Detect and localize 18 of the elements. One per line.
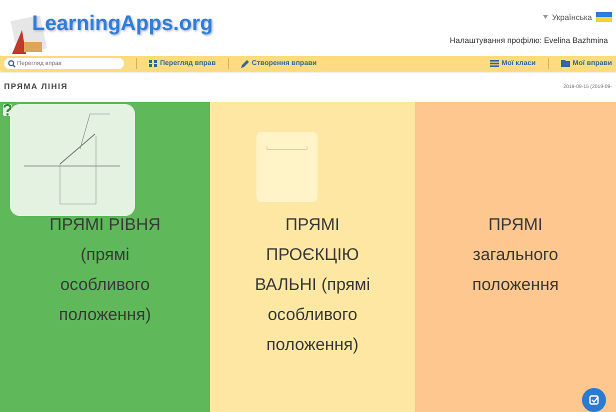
checkbox-edit-icon [589, 395, 599, 405]
category-label: ПРЯМІ РІВНЯ (прямі особливого положення) [48, 214, 162, 326]
flag-icon [596, 12, 612, 22]
site-logo[interactable]: LearningApps.org [32, 12, 213, 36]
search-icon [8, 60, 16, 68]
help-icon[interactable] [3, 104, 12, 116]
folder-icon [560, 60, 570, 67]
caret-icon [542, 15, 548, 19]
category-column[interactable]: ПРЯМІ ПРОЄКЦІЮ ВАЛЬНІ (прямі особливого положення) [210, 102, 415, 412]
category-label: ПРЯМІ ПРОЄКЦІЮ ВАЛЬНІ (прямі особливого положення) [254, 214, 372, 356]
category-column[interactable]: ПРЯМІ загального положення [415, 102, 616, 412]
page-title: ПРЯМА ЛІНІЯ [4, 82, 68, 91]
language-selector[interactable]: Українська [552, 12, 592, 22]
category-label: ПРЯМІ загального положення [471, 214, 560, 296]
pencil-icon [240, 60, 249, 68]
grid-icon [149, 60, 157, 67]
list-icon [490, 60, 499, 67]
profile-link[interactable]: Налаштування профілю: Evelina Bazhmina [450, 36, 612, 45]
